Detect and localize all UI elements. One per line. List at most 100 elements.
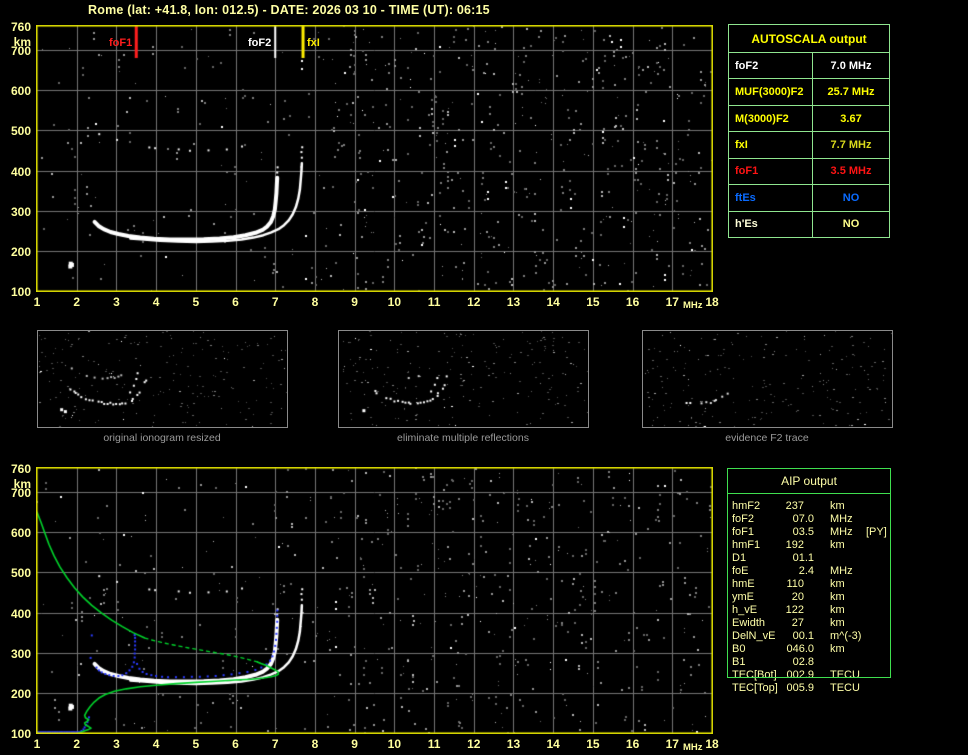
aip-row-note [864, 513, 890, 526]
x-tick-bottom-9: 9 [351, 737, 358, 751]
x-tick-bottom-16: 16 [625, 737, 640, 751]
x-tick-top-14: 14 [546, 295, 560, 309]
autoscala-row-value: 3.67 [840, 112, 862, 125]
aip-row-unit: TECU [830, 682, 860, 694]
aip-row-note [864, 565, 890, 578]
aip-row-label: hmF2 [732, 500, 761, 512]
y-tick-bottom-100: 100 [10, 727, 31, 741]
aip-row-value: 03.5 [792, 526, 814, 538]
aip-row-unit: km [830, 617, 845, 629]
autoscala-table-row: foF2 7.0 MHz [729, 53, 889, 79]
aip-row-label: hmE [732, 578, 755, 590]
aip-row-note [864, 552, 890, 565]
thumbnail-eliminate-reflections [338, 330, 589, 428]
aip-row-unit: km [830, 604, 845, 616]
autoscala-row-label: MUF(3000)F2 [729, 79, 813, 105]
x-tick-top-13: 13 [506, 295, 521, 309]
aip-row-value: 005.9 [786, 682, 814, 694]
aip-row-unit: km [830, 643, 845, 655]
aip-row-note [864, 604, 890, 617]
aip-row-label: B0 [732, 643, 746, 655]
x-tick-top-8: 8 [311, 295, 319, 309]
x-tick-bottom-7: 7 [271, 737, 279, 751]
aip-row-unit: TECU [830, 669, 860, 681]
aip-table-row: foF1 03.5 MHz [PY] [732, 526, 890, 539]
y-tick-bottom-400: 400 [10, 606, 31, 621]
autoscala-table-row: foF1 3.5 MHz [729, 157, 889, 185]
aip-row-unit [814, 552, 864, 565]
thumbnail-evidence-f2 [642, 330, 893, 428]
aip-row-note [864, 539, 890, 552]
autoscala-row-value: 7.7 MHz [830, 138, 872, 151]
x-tick-top-11: 11 [427, 295, 441, 309]
aip-row-label: ymE [732, 591, 754, 603]
y-tick-bottom-600: 600 [10, 526, 31, 541]
aip-header-divider [727, 493, 891, 494]
aip-row-value: 01.1 [792, 552, 814, 564]
aip-row-note [864, 630, 890, 643]
aip-row-value: 237 [785, 500, 804, 512]
autoscala-table-row: ftEs NO [729, 184, 889, 211]
marker-label-fxI: fxI [307, 37, 320, 49]
aip-row-note [864, 643, 890, 656]
aip-table-header: AIP output [781, 474, 837, 488]
aip-table-row: DelN_vE 00.1 m^(-3) [732, 630, 890, 643]
aip-row-unit [814, 656, 864, 669]
x-tick-bottom-17: 17 [665, 737, 679, 751]
x-tick-top-3: 3 [113, 295, 120, 309]
x-tick-bottom-6: 6 [232, 737, 239, 751]
aip-table-row: foF2 07.0 MHz [732, 513, 890, 526]
x-tick-top-7: 7 [271, 295, 279, 309]
aip-row-note: [PY] [866, 526, 887, 538]
aip-table-row: ymE 20 km [732, 591, 890, 604]
aip-row-label: B1 [732, 656, 746, 668]
aip-row-label: foE [732, 565, 749, 577]
x-axis-unit-bottom: MHz [683, 742, 703, 753]
aip-row-label: foF2 [732, 513, 755, 525]
autoscala-row-label: ftEs [729, 185, 813, 211]
aip-row-note [864, 669, 890, 682]
aip-row-note [864, 591, 890, 604]
x-tick-bottom-2: 2 [73, 737, 81, 751]
autoscala-table-row: MUF(3000)F2 25.7 MHz [729, 78, 889, 105]
aip-table-row: D1 01.1 [732, 552, 890, 565]
autoscala-table-row: M(3000)F2 3.67 [729, 104, 889, 132]
aip-row-value: 2.4 [798, 565, 814, 577]
x-tick-top-2: 2 [73, 295, 81, 309]
y-tick-top-200: 200 [10, 244, 31, 259]
x-tick-bottom-3: 3 [113, 737, 120, 751]
aip-row-note [864, 578, 890, 591]
y-tick-bottom-200: 200 [10, 686, 31, 701]
aip-row-unit: km [830, 500, 845, 512]
aip-row-unit: km [830, 539, 845, 551]
aip-row-value: 046.0 [786, 643, 814, 655]
y-tick-top-760: 760 [10, 20, 31, 34]
thumbnail-caption-original: original ionogram resized [103, 432, 221, 444]
aip-row-unit: MHz [830, 565, 853, 577]
x-axis-unit-top: MHz [683, 300, 703, 311]
x-tick-bottom-8: 8 [311, 737, 319, 751]
aip-row-label: TEC[Top] [732, 682, 778, 694]
aip-row-label: TEC[Bot] [732, 669, 777, 681]
thumbnail-caption-eliminate: eliminate multiple reflections [397, 432, 529, 444]
thumbnail-canvas-original [38, 331, 287, 427]
marker-label-foF2: foF2 [248, 37, 272, 49]
autoscala-table-row: h'Es NO [729, 210, 889, 237]
y-tick-top-600: 600 [10, 84, 31, 99]
x-tick-bottom-4: 4 [152, 737, 160, 751]
x-tick-bottom-15: 15 [586, 737, 600, 751]
aip-table-row: Ewidth 27 km [732, 617, 890, 630]
y-tick-bottom-300: 300 [10, 646, 31, 661]
y-tick-top-500: 500 [10, 124, 31, 139]
aip-table-row: hmE 110 km [732, 578, 890, 591]
x-tick-bottom-11: 11 [427, 737, 441, 751]
aip-row-label: Ewidth [732, 617, 766, 629]
aip-row-unit: km [830, 578, 845, 590]
aip-table-row: hmF2 237 km [732, 500, 890, 513]
autoscala-row-value: NO [842, 191, 860, 204]
aip-row-note [864, 656, 890, 669]
x-tick-top-10: 10 [387, 295, 402, 309]
autoscala-window: Rome (lat: +41.8, lon: 012.5) - DATE: 20… [0, 0, 968, 755]
y-axis-unit-top: km [13, 35, 31, 49]
aip-row-unit: m^(-3) [830, 630, 862, 642]
